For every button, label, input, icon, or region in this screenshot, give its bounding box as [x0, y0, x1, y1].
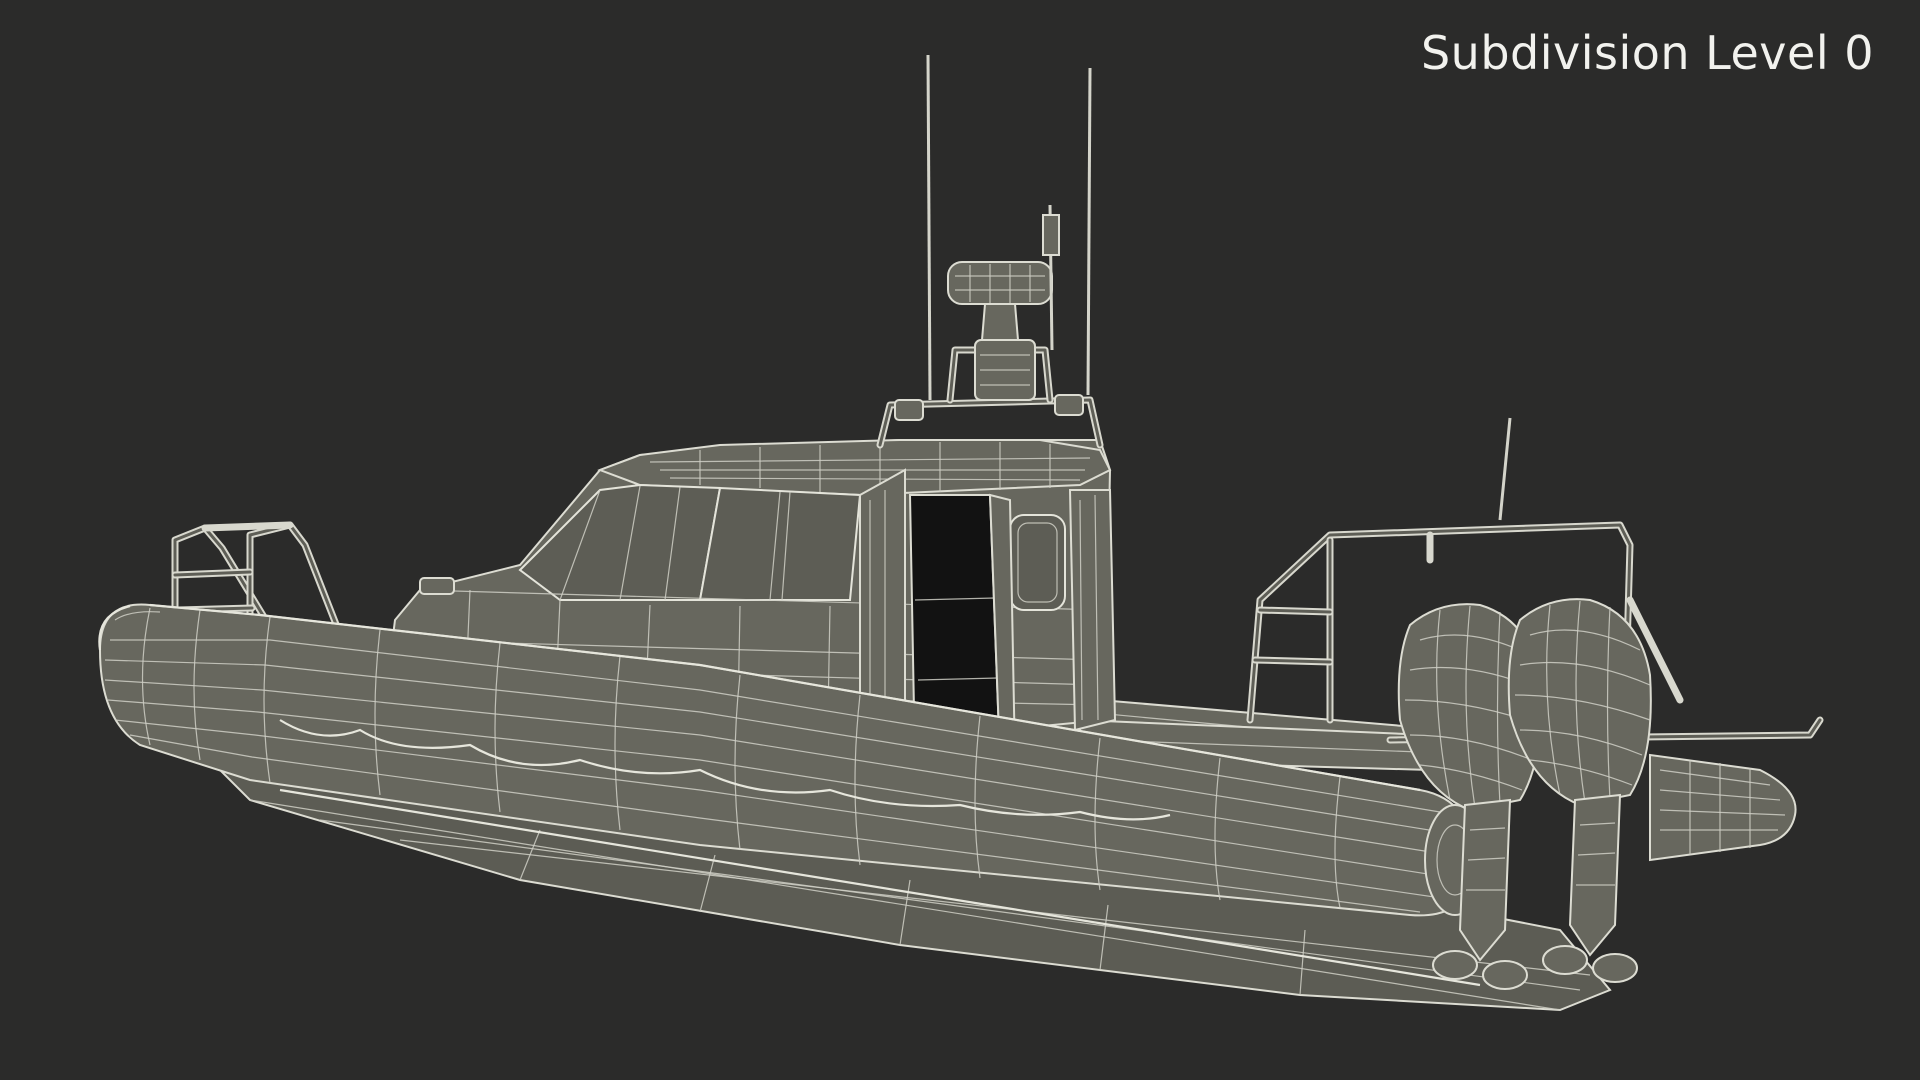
subdivision-level-label: Subdivision Level 0 [1420, 26, 1874, 80]
boat-wireframe-model [98, 54, 1824, 1012]
viewport: Subdivision Level 0 [0, 0, 1920, 1080]
stern-tube-right [1649, 753, 1797, 862]
